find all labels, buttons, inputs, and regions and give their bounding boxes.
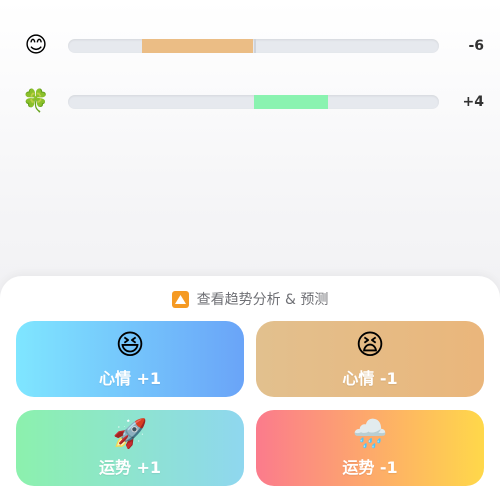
luck-plus-button[interactable]: 🚀 运势 +1 — [16, 410, 244, 486]
luck-plus-label: 运势 +1 — [98, 458, 162, 477]
trend-analysis-label: 查看趋势分析 & 预测 — [196, 292, 329, 308]
tired-face-icon: 😫 — [355, 328, 385, 361]
triangle-up-icon — [171, 290, 189, 308]
trend-analysis-link[interactable]: 查看趋势分析 & 预测 — [0, 289, 500, 309]
mood-plus-button[interactable]: 😆 心情 +1 — [16, 321, 244, 397]
mood-plus-label: 心情 +1 — [98, 369, 162, 388]
rocket-icon: 🚀 — [112, 417, 148, 450]
mood-stat-row: 😊 -6 — [0, 28, 500, 64]
luck-bar-fill — [253, 95, 328, 109]
mood-bar-center-marker — [253, 39, 256, 53]
laughing-face-icon: 😆 — [115, 328, 145, 361]
mood-bar-track — [68, 39, 439, 53]
mood-minus-button[interactable]: 😫 心情 -1 — [256, 321, 484, 397]
action-panel: 查看趋势分析 & 预测 😆 心情 +1 😫 心情 -1 🚀 运势 +1 🌧️ 运… — [0, 276, 500, 500]
rain-cloud-icon: 🌧️ — [352, 417, 388, 450]
luck-minus-label: 运势 -1 — [342, 458, 398, 477]
mood-bar-fill — [142, 39, 254, 53]
smile-icon: 😊 — [24, 33, 48, 58]
mood-value: -6 — [468, 38, 484, 54]
luck-stat-row: 🍀 +4 — [0, 84, 500, 120]
mood-minus-label: 心情 -1 — [342, 369, 398, 388]
clover-icon: 🍀 — [22, 89, 50, 114]
luck-minus-button[interactable]: 🌧️ 运势 -1 — [256, 410, 484, 486]
luck-bar-track — [68, 95, 439, 109]
luck-value: +4 — [462, 94, 484, 110]
